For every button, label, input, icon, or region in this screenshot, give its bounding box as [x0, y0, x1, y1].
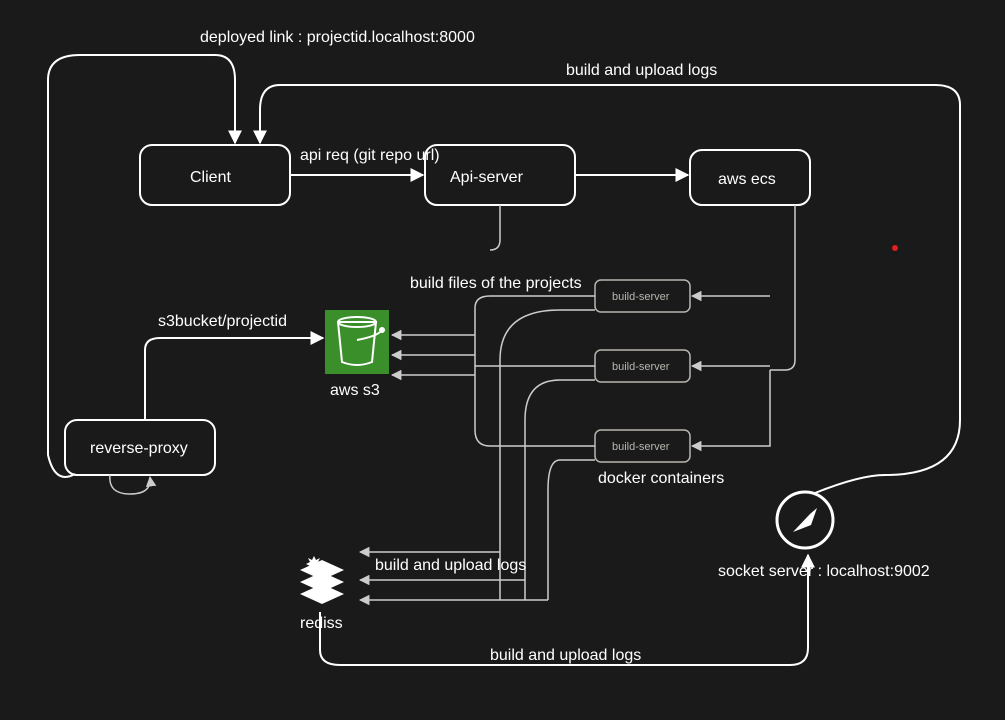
edge-proxy-self	[110, 475, 150, 494]
label-build-upload-logs-bottom: build and upload logs	[490, 647, 641, 664]
label-api-server: Api-server	[450, 169, 524, 186]
edge-proxy-client	[48, 55, 235, 477]
aws-s3-icon	[325, 310, 389, 374]
label-client: Client	[190, 169, 231, 186]
label-build-upload-logs-top: build and upload logs	[566, 62, 717, 79]
rediss-icon	[300, 556, 344, 604]
label-build-server-2: build-server	[612, 361, 670, 373]
edge-api-down	[490, 205, 500, 250]
label-aws-s3: aws s3	[330, 382, 380, 399]
label-s3-path: s3bucket/projectid	[158, 313, 287, 330]
label-deployed-link: deployed link : projectid.localhost:8000	[200, 29, 475, 46]
cursor-dot-icon	[892, 245, 898, 251]
label-build-server-3: build-server	[612, 441, 670, 453]
edge-bs-trunk	[475, 296, 595, 375]
label-socket-server: socket server : localhost:9002	[718, 563, 930, 580]
label-rediss: rediss	[300, 615, 343, 632]
socket-server-icon	[777, 492, 833, 548]
label-reverse-proxy: reverse-proxy	[90, 440, 188, 457]
label-api-req: api req (git repo url)	[300, 147, 440, 164]
label-build-upload-logs-mid: build and upload logs	[375, 557, 526, 574]
edge-bs2-redis-branch	[525, 380, 560, 600]
label-build-server-1: build-server	[612, 291, 670, 303]
edge-ecs-fan	[770, 205, 795, 370]
edge-proxy-s3	[145, 338, 323, 420]
label-aws-ecs: aws ecs	[718, 171, 776, 188]
edge-ecs-bs3	[692, 370, 770, 446]
edge-bs3-join	[475, 375, 595, 446]
label-docker-containers: docker containers	[598, 470, 724, 487]
label-build-files: build files of the projects	[410, 275, 582, 292]
edge-bs3-redis-branch	[548, 460, 560, 600]
